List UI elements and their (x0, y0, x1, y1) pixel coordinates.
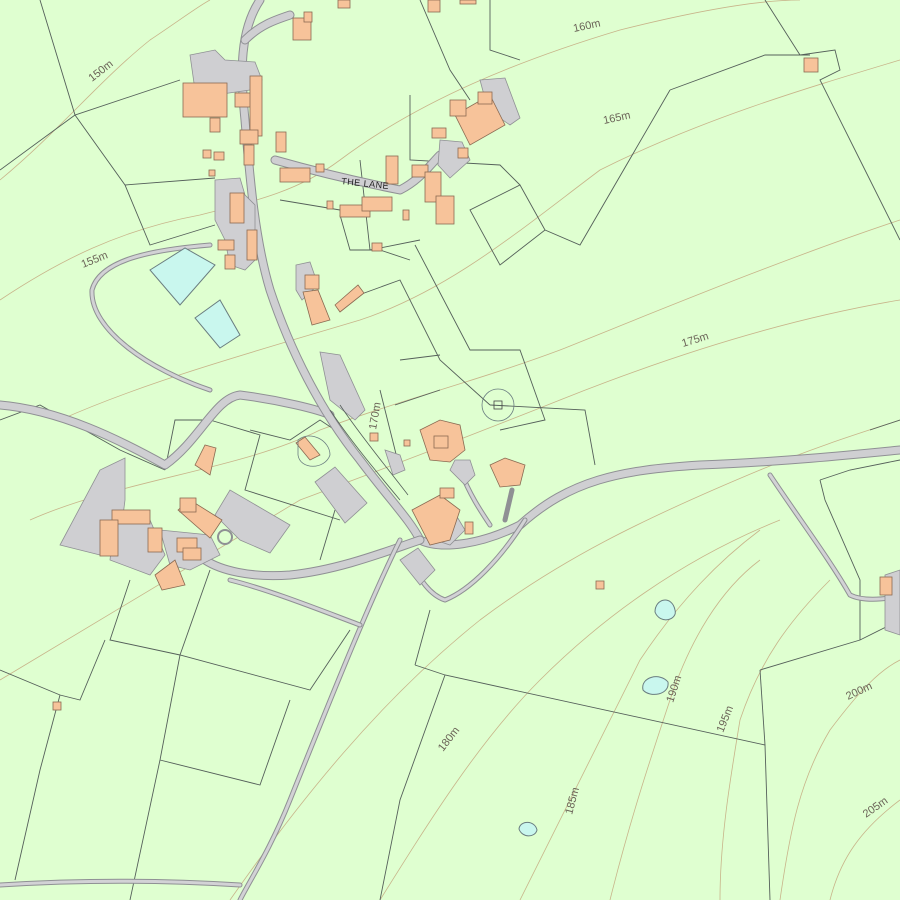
contour-label-165: 165m (602, 109, 631, 126)
contour-label-200: 200m (844, 680, 874, 703)
tracks (0, 242, 893, 900)
map-canvas[interactable]: 150m 155m 160m 165m 170m 175m 180m 185m … (0, 0, 900, 900)
contour-label-175: 175m (680, 330, 710, 350)
contour-label-170: 170m (367, 401, 384, 430)
contour-label-185: 185m (563, 786, 582, 816)
contour-label-160: 160m (572, 17, 601, 34)
contour-label-195: 195m (715, 704, 736, 734)
contour-label-190: 190m (664, 674, 684, 704)
buildings (52, 0, 893, 711)
contour-label-group: 150m 155m 160m 165m 170m 175m 180m 185m … (80, 17, 891, 820)
contour-label-150: 150m (86, 58, 115, 84)
contour-label-205: 205m (861, 795, 890, 821)
contour-label-155: 155m (80, 249, 110, 270)
map-svg: 150m 155m 160m 165m 170m 175m 180m 185m … (0, 0, 900, 900)
contour-label-180: 180m (436, 725, 462, 754)
road-label-the-lane: THE LANE (341, 176, 390, 191)
